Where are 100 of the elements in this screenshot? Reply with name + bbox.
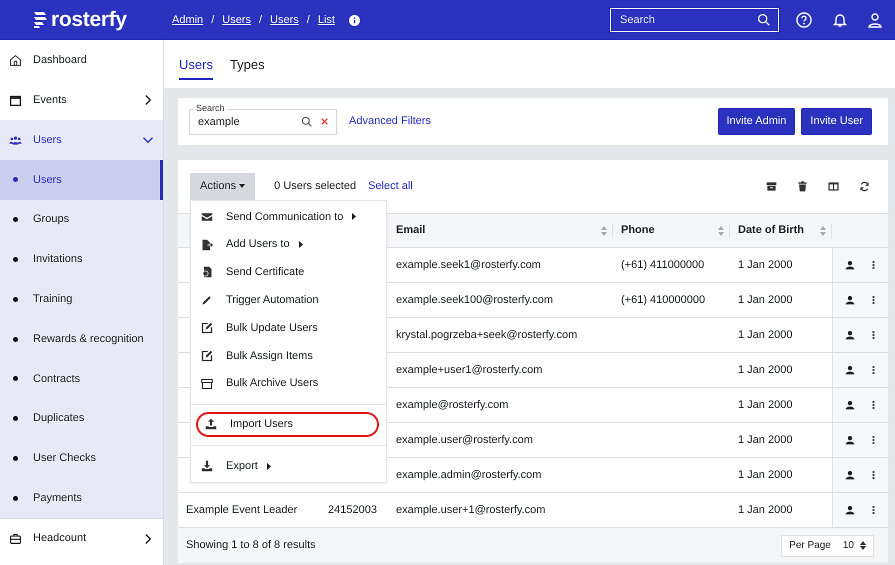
person-icon[interactable]	[845, 365, 856, 375]
help-icon[interactable]	[796, 12, 812, 28]
table-cell: 1 Jan 2000	[738, 328, 792, 341]
breadcrumb-separator: /	[211, 12, 214, 28]
menu-item[interactable]: Bulk Update Users	[191, 314, 386, 342]
people-icon	[9, 134, 22, 146]
sidebar-subitem[interactable]: Groups	[0, 200, 163, 240]
sidebar-subitem[interactable]: Rewards & recognition	[0, 319, 163, 359]
sidebar-subitem[interactable]: Users	[0, 160, 163, 200]
table-cell: example.user@rosterfy.com	[396, 434, 533, 446]
table-cell: 1 Jan 2000	[738, 294, 792, 306]
actions-button[interactable]: Actions	[190, 173, 256, 200]
menu-item[interactable]: Export	[191, 452, 386, 480]
download-icon	[201, 460, 213, 472]
sidebar-subitem[interactable]: Invitations	[0, 240, 163, 280]
more-icon[interactable]	[872, 295, 876, 305]
sidebar-subitem[interactable]: Contracts	[0, 358, 163, 399]
bell-icon[interactable]	[832, 12, 848, 28]
column-header: Phone	[621, 223, 655, 238]
logo-icon	[33, 11, 47, 29]
person-icon[interactable]	[845, 505, 856, 515]
person-icon[interactable]	[845, 435, 856, 445]
select-all-link[interactable]: Select all	[368, 178, 413, 195]
submenu-arrow-icon	[352, 213, 356, 220]
trash-icon[interactable]	[797, 181, 808, 192]
person-icon[interactable]	[845, 295, 856, 305]
envelope-icon	[201, 210, 213, 223]
home-icon	[9, 54, 22, 66]
selection-count: 0 Users selected	[274, 179, 356, 194]
more-icon[interactable]	[872, 470, 876, 480]
briefcase-icon	[9, 532, 22, 546]
breadcrumb-separator: /	[258, 12, 262, 28]
file-arrow-icon	[201, 238, 213, 251]
person-icon[interactable]	[845, 400, 856, 410]
more-icon[interactable]	[872, 330, 876, 340]
calendar-icon	[9, 94, 22, 106]
menu-item[interactable]: Bulk Assign Items	[191, 342, 386, 370]
more-icon[interactable]	[872, 505, 876, 515]
brand-name: rosterfy	[51, 7, 127, 34]
table-cell: example.admin@rosterfy.com	[396, 468, 542, 481]
tab[interactable]: Types	[230, 54, 265, 80]
person-icon[interactable]	[845, 470, 856, 480]
edit-icon	[201, 322, 213, 334]
sidebar-item[interactable]: Headcount	[0, 518, 163, 558]
more-icon[interactable]	[872, 400, 876, 410]
results-summary: Showing 1 to 8 of 8 results	[186, 538, 316, 554]
person-icon[interactable]	[845, 260, 856, 270]
table-cell: example@rosterfy.com	[396, 398, 508, 411]
certificate-icon	[201, 266, 213, 278]
table-cell: 1 Jan 2000	[738, 364, 792, 376]
breadcrumb-link[interactable]: Users	[270, 12, 299, 28]
refresh-icon[interactable]	[859, 181, 870, 192]
sidebar-subitem[interactable]: Duplicates	[0, 398, 163, 439]
search-icon	[757, 13, 770, 26]
table-cell: 1 Jan 2000	[738, 468, 792, 481]
menu-item[interactable]: Send Communication to	[191, 203, 386, 231]
column-header: Email	[396, 223, 426, 238]
breadcrumb-link[interactable]: Users	[222, 12, 251, 28]
columns-icon[interactable]	[828, 181, 839, 192]
table-cell: Example Event Leader	[186, 504, 298, 516]
per-page-select[interactable]: Per Page 10	[781, 534, 874, 556]
menu-item[interactable]: Bulk Archive Users	[191, 370, 386, 398]
user-icon[interactable]	[867, 12, 883, 28]
archive-icon[interactable]	[766, 181, 777, 192]
advanced-filters-link[interactable]: Advanced Filters	[349, 113, 431, 130]
sidebar-subitem[interactable]: User Checks	[0, 438, 163, 478]
breadcrumb-current[interactable]: List	[318, 12, 335, 28]
invite-button[interactable]: Invite Admin	[718, 108, 796, 135]
table-cell: 1 Jan 2000	[738, 434, 792, 446]
sidebar-subitem[interactable]: Payments	[0, 478, 163, 518]
table-cell: example+user1@rosterfy.com	[396, 364, 542, 376]
menu-item[interactable]: Send Certificate	[191, 258, 386, 286]
table-cell: example.seek1@rosterfy.com	[396, 258, 541, 271]
menu-item[interactable]: Add Users to	[191, 230, 386, 259]
more-icon[interactable]	[872, 260, 876, 270]
more-icon[interactable]	[872, 365, 876, 375]
search-field[interactable]: Search	[610, 8, 779, 32]
clear-icon[interactable]	[320, 116, 329, 126]
sidebar-item[interactable]: Users	[0, 120, 163, 160]
table-cell: 1 Jan 2000	[738, 398, 792, 411]
upload-icon	[205, 418, 217, 430]
person-icon[interactable]	[845, 330, 856, 340]
invite-button[interactable]: Invite User	[801, 108, 872, 135]
table-cell: 1 Jan 2000	[738, 504, 792, 516]
table-cell: example.seek100@rosterfy.com	[396, 294, 554, 306]
updown-icon	[860, 541, 866, 550]
breadcrumb-link[interactable]: Admin	[172, 12, 204, 28]
breadcrumb-separator: /	[306, 12, 310, 28]
caret-icon	[239, 184, 246, 188]
menu-item[interactable]: Import Users	[195, 410, 380, 438]
sidebar-subitem[interactable]: Training	[0, 279, 163, 320]
more-icon[interactable]	[872, 435, 876, 445]
pencil-icon	[201, 294, 213, 306]
table-cell: example.user+1@rosterfy.com	[396, 504, 546, 516]
info-icon	[348, 14, 360, 26]
table-cell: (+61) 411000000	[621, 258, 704, 271]
sidebar-item[interactable]: Dashboard	[0, 40, 163, 80]
sidebar-item[interactable]: Events	[0, 80, 163, 120]
menu-item[interactable]: Trigger Automation	[191, 286, 386, 314]
tab[interactable]: Users	[179, 54, 213, 80]
